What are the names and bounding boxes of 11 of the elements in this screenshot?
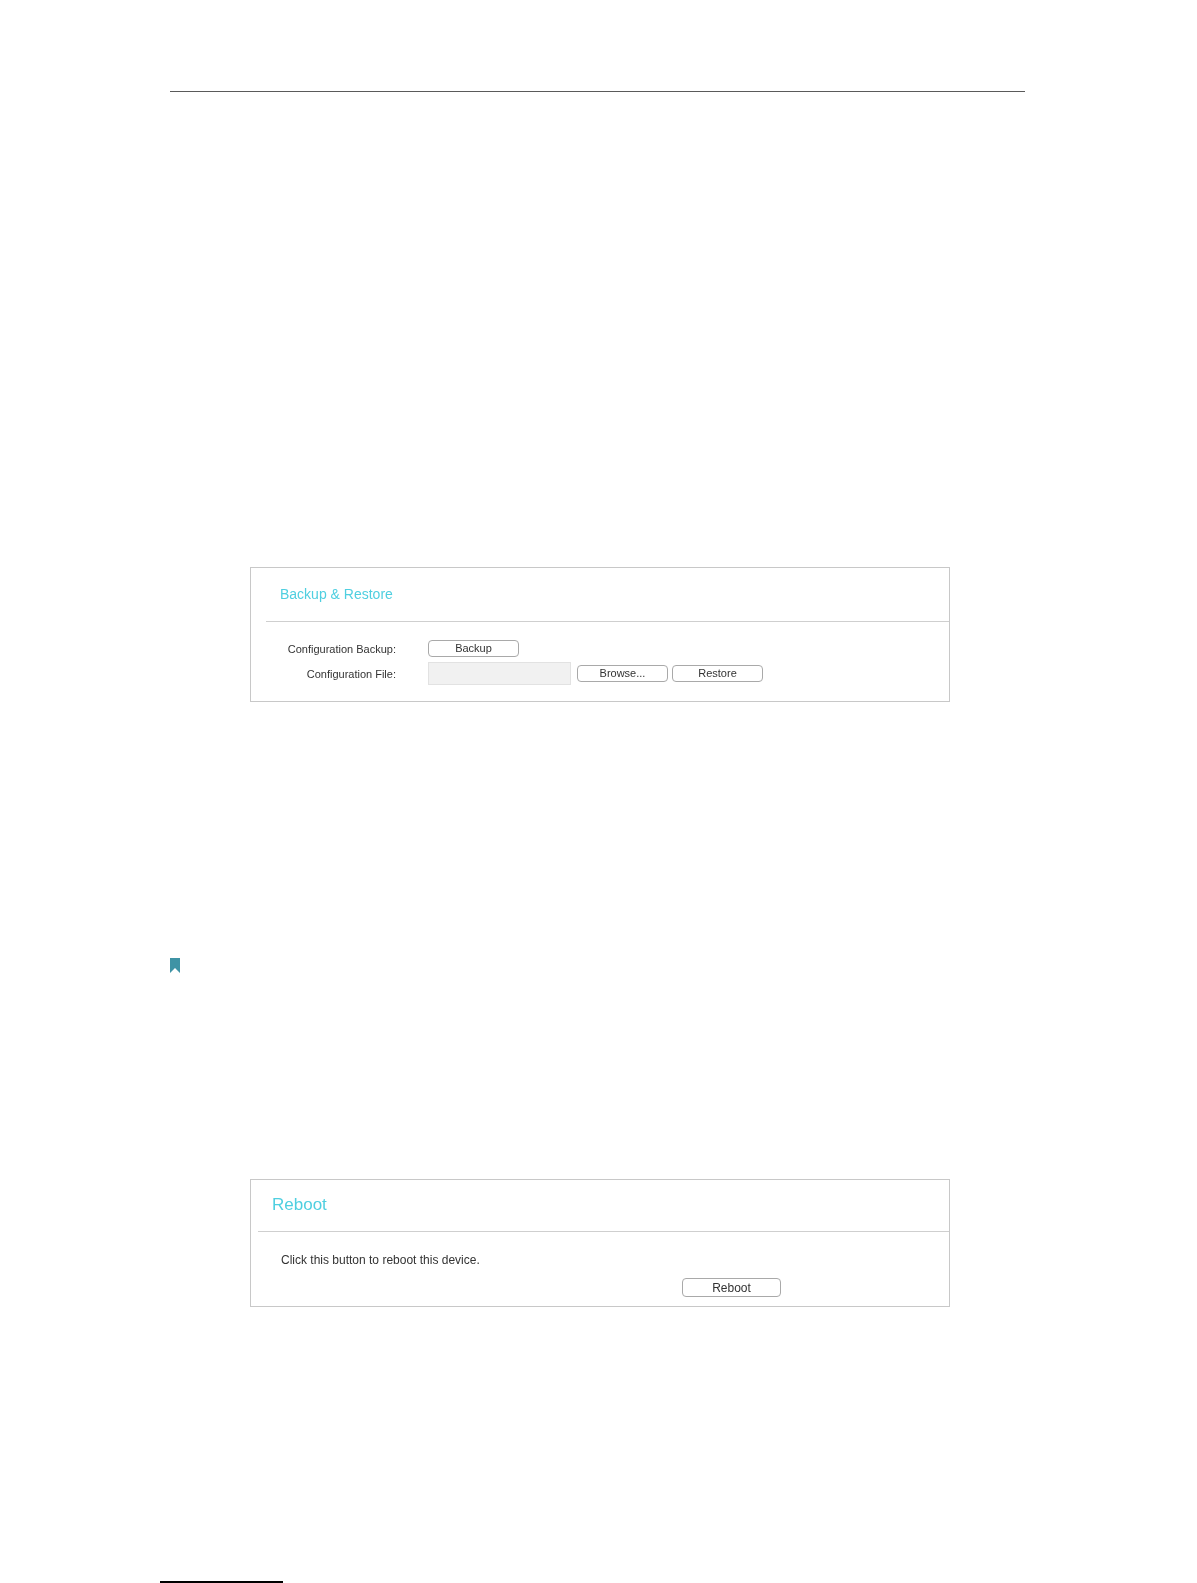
panel-title: Backup & Restore	[280, 586, 393, 603]
reboot-button[interactable]: Reboot	[682, 1278, 781, 1297]
panel-title: Reboot	[272, 1195, 327, 1216]
field-label: Configuration File:	[305, 667, 396, 680]
description-text: Click this button to reboot this device.	[281, 1253, 480, 1267]
backup-button[interactable]: Backup	[428, 640, 519, 657]
file-path-field[interactable]	[428, 662, 571, 685]
restore-button[interactable]: Restore	[672, 665, 763, 682]
browse-button[interactable]: Browse...	[577, 665, 668, 682]
bookmark-icon	[170, 958, 180, 973]
field-label: Configuration Backup:	[286, 642, 396, 655]
